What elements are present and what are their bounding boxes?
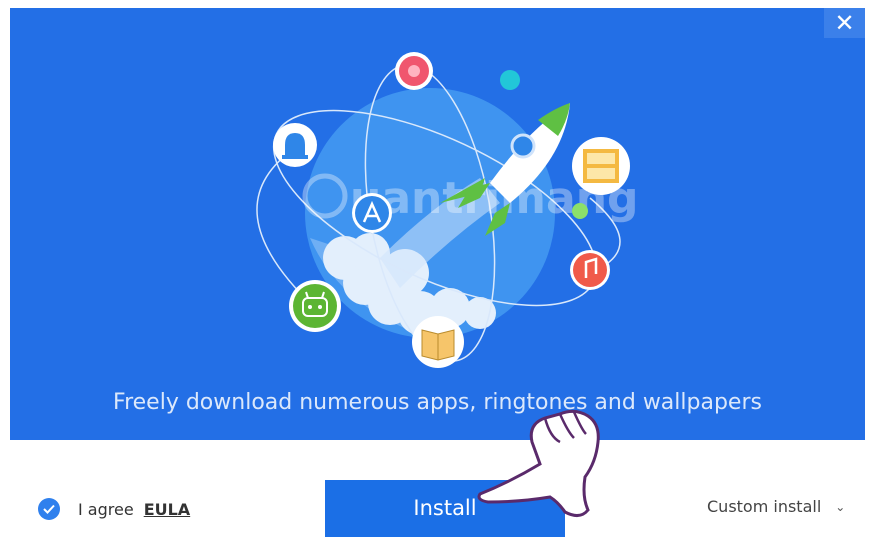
custom-install-dropdown[interactable]: Custom install ⌄ (707, 497, 845, 516)
agree-checkbox[interactable] (38, 498, 60, 520)
hero-banner: uantrimang ✕ Freely download numerous ap… (10, 8, 865, 440)
agree-row: I agree EULA (38, 497, 190, 521)
book-icon (412, 316, 464, 368)
agree-label: I agree (78, 499, 134, 519)
chevron-down-icon: ⌄ (835, 499, 846, 514)
decor-dot-cyan (500, 70, 520, 90)
close-button[interactable]: ✕ (824, 8, 865, 38)
hero-tagline: Freely download numerous apps, ringtones… (113, 390, 762, 415)
film-wallpaper-icon (572, 137, 630, 195)
app-store-icon (352, 193, 392, 233)
hero-illustration: uantrimang (256, 52, 639, 368)
bell-icon (273, 123, 317, 167)
custom-install-label: Custom install (707, 497, 822, 516)
footer-bar: I agree EULA Install Custom install ⌄ (0, 440, 870, 537)
flower-icon (395, 52, 433, 90)
robot-icon (289, 280, 341, 332)
eula-link[interactable]: EULA (144, 500, 191, 519)
decor-dot-green (572, 203, 588, 219)
music-icon (570, 250, 610, 290)
pointing-hand-icon (477, 409, 600, 517)
check-icon (43, 504, 55, 514)
